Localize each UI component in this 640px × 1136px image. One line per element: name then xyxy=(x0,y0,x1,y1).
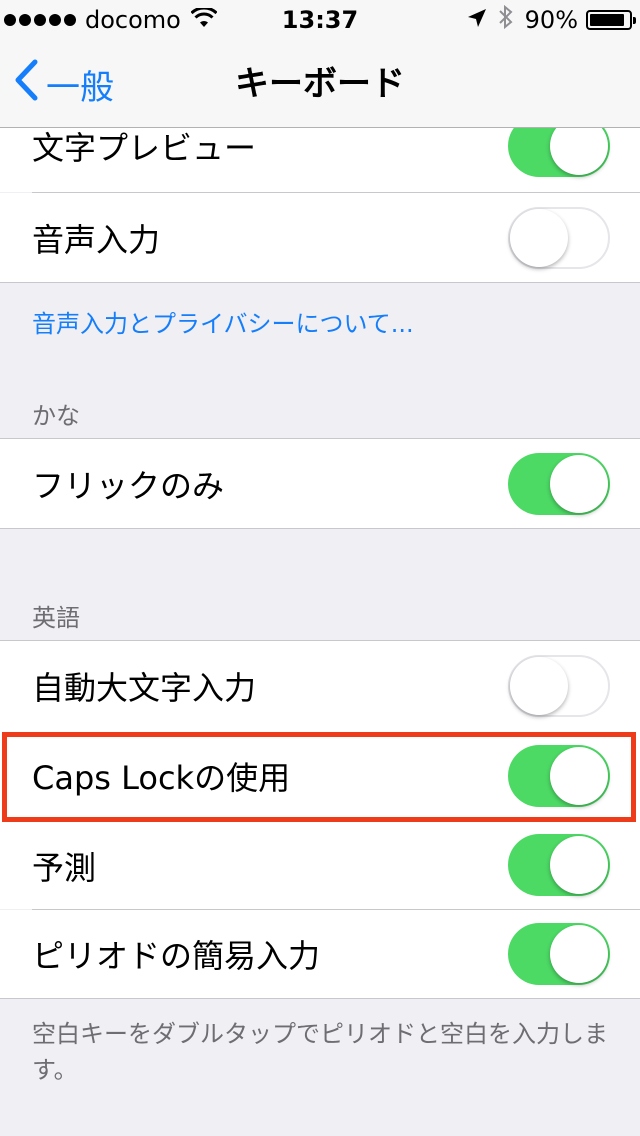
setting-row-character-preview: 文字プレビュー xyxy=(0,128,640,192)
character-preview-toggle[interactable] xyxy=(508,128,610,177)
section-header-kana: かな xyxy=(32,402,80,430)
section-header-english: 英語 xyxy=(32,604,80,632)
bluetooth-icon xyxy=(498,4,513,35)
auto-capitalization-toggle[interactable] xyxy=(508,655,610,717)
signal-strength-icon xyxy=(4,14,79,26)
setting-row-predictive: 予測 xyxy=(0,822,640,909)
setting-label: 予測 xyxy=(32,848,97,887)
flick-only-toggle[interactable] xyxy=(508,453,610,515)
divider xyxy=(0,998,640,999)
location-icon xyxy=(467,6,487,34)
setting-row-flick-only: フリックのみ xyxy=(0,439,640,528)
setting-row-voice-input: 音声入力 xyxy=(0,193,640,282)
status-left: docomo xyxy=(0,0,218,40)
divider xyxy=(0,282,640,283)
voice-input-toggle[interactable] xyxy=(508,207,610,269)
wifi-icon xyxy=(190,6,218,34)
battery-percentage: 90% xyxy=(524,6,578,34)
status-right: 90% xyxy=(467,0,636,40)
setting-label: 音声入力 xyxy=(32,220,161,259)
setting-label: 文字プレビュー xyxy=(32,129,257,167)
footer-note: 空白キーをダブルタップでピリオドと空白を入力します。 xyxy=(32,1020,608,1084)
back-button-label: 一般 xyxy=(46,67,114,108)
battery-icon xyxy=(586,10,636,30)
back-button[interactable]: 一般 xyxy=(14,40,114,128)
settings-list[interactable]: 文字プレビュー 音声入力 音声入力とプライバシーについて... かな フリックの… xyxy=(0,128,640,1136)
setting-label: フリックのみ xyxy=(32,466,225,505)
setting-label: ピリオドの簡易入力 xyxy=(32,937,321,975)
setting-row-auto-capitalization: 自動大文字入力 xyxy=(0,641,640,730)
period-shortcut-toggle[interactable] xyxy=(508,923,610,985)
status-bar: docomo 13:37 90% xyxy=(0,0,640,40)
highlight-box xyxy=(2,732,636,822)
chevron-left-icon xyxy=(14,59,38,110)
setting-row-period-shortcut: ピリオドの簡易入力 xyxy=(0,910,640,998)
carrier-name: docomo xyxy=(85,6,181,34)
navigation-bar: 一般 キーボード xyxy=(0,40,640,128)
setting-label: 自動大文字入力 xyxy=(32,668,257,707)
predictive-toggle[interactable] xyxy=(508,834,610,896)
divider xyxy=(0,528,640,529)
privacy-link[interactable]: 音声入力とプライバシーについて... xyxy=(32,304,414,339)
